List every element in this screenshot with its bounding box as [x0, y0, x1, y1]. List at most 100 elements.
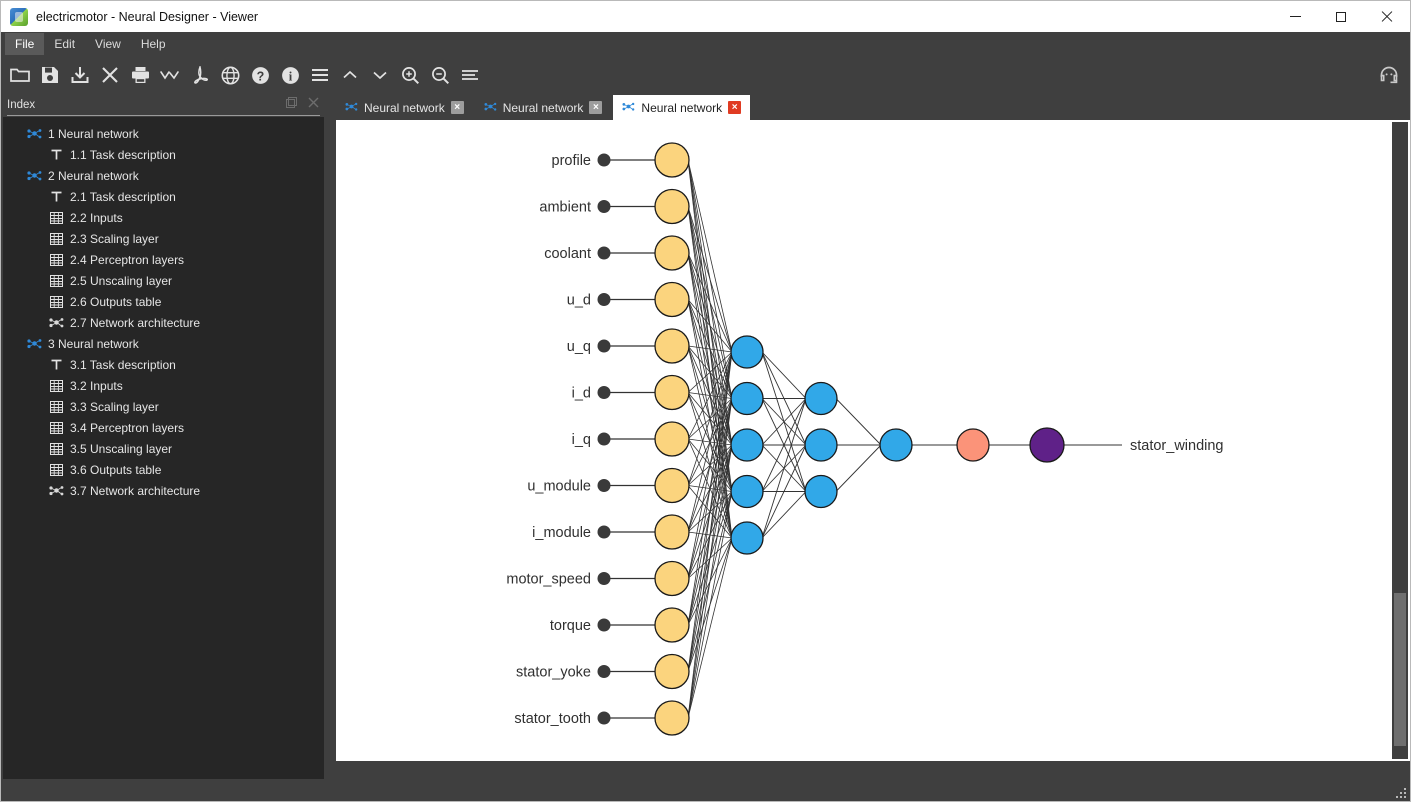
output-node[interactable]	[1030, 428, 1064, 462]
tab-close-icon[interactable]: ×	[451, 101, 464, 114]
headset-support-icon[interactable]	[1374, 59, 1404, 91]
viewer-pane: Neural network × Neural network × Neural…	[326, 94, 1410, 783]
close-panel-icon[interactable]	[307, 96, 320, 109]
hidden-node-layer1[interactable]	[731, 429, 763, 461]
sidebar-item-label: 3.3 Scaling layer	[70, 400, 159, 414]
sidebar-item-3-5-unscaling-layer[interactable]: 3.5 Unscaling layer	[3, 438, 324, 459]
print-icon[interactable]	[125, 59, 155, 91]
help-question-icon[interactable]: ?	[245, 59, 275, 91]
sidebar-item-2-3-scaling-layer[interactable]: 2.3 Scaling layer	[3, 228, 324, 249]
input-node[interactable]	[655, 376, 689, 410]
tab-neural-network-3[interactable]: Neural network ×	[613, 95, 750, 120]
sidebar-item-2-5-unscaling-layer[interactable]: 2.5 Unscaling layer	[3, 270, 324, 291]
zoom-in-icon[interactable]	[395, 59, 425, 91]
menu-item-edit[interactable]: Edit	[44, 33, 85, 55]
tab-close-icon[interactable]: ×	[589, 101, 602, 114]
table-icon	[47, 378, 65, 394]
input-node[interactable]	[655, 329, 689, 363]
sidebar-item-2-1-task-description[interactable]: 2.1 Task description	[3, 186, 324, 207]
index-tree[interactable]: 1 Neural network 1.1 Task description 2 …	[3, 117, 324, 779]
resize-grip[interactable]	[1396, 788, 1407, 799]
input-node[interactable]	[655, 562, 689, 596]
text-icon	[47, 357, 65, 373]
hidden-node-layer1[interactable]	[731, 336, 763, 368]
index-panel-divider	[7, 115, 320, 116]
neural-network-diagram[interactable]: profileambientcoolantu_du_qi_di_qu_modul…	[336, 120, 1389, 761]
sidebar-item-3-neural-network[interactable]: 3 Neural network	[3, 333, 324, 354]
hidden-node-layer1[interactable]	[731, 476, 763, 508]
tab-neural-network-2[interactable]: Neural network ×	[475, 95, 612, 120]
tab-label: Neural network	[503, 101, 584, 115]
sidebar-item-label: 1.1 Task description	[70, 148, 176, 162]
network-edge	[688, 445, 732, 718]
fit-lines-icon[interactable]	[455, 59, 485, 91]
vertical-scrollbar[interactable]	[1389, 120, 1410, 761]
sidebar-item-2-2-inputs[interactable]: 2.2 Inputs	[3, 207, 324, 228]
tab-label: Neural network	[364, 101, 445, 115]
sidebar-item-2-6-outputs-table[interactable]: 2.6 Outputs table	[3, 291, 324, 312]
menu-item-view[interactable]: View	[85, 33, 131, 55]
input-node[interactable]	[655, 655, 689, 689]
input-node[interactable]	[655, 701, 689, 735]
input-label: u_d	[567, 293, 591, 309]
globe-icon[interactable]	[215, 59, 245, 91]
unscaling-node[interactable]	[957, 429, 989, 461]
input-node[interactable]	[655, 190, 689, 224]
input-node[interactable]	[655, 469, 689, 503]
hidden-node-layer1[interactable]	[731, 522, 763, 554]
tab-neural-network-1[interactable]: Neural network ×	[336, 95, 473, 120]
sidebar-item-3-3-scaling-layer[interactable]: 3.3 Scaling layer	[3, 396, 324, 417]
sidebar-item-3-1-task-description[interactable]: 3.1 Task description	[3, 354, 324, 375]
hidden-node-layer3[interactable]	[880, 429, 912, 461]
chart-line-icon[interactable]	[155, 59, 185, 91]
sidebar-item-3-6-outputs-table[interactable]: 3.6 Outputs table	[3, 459, 324, 480]
network-edge	[762, 492, 806, 539]
input-node[interactable]	[655, 143, 689, 177]
hidden-node-layer2[interactable]	[805, 383, 837, 415]
input-node[interactable]	[655, 236, 689, 270]
sidebar-item-2-7-network-architecture[interactable]: 2.7 Network architecture	[3, 312, 324, 333]
zoom-out-icon[interactable]	[425, 59, 455, 91]
sidebar-item-1-neural-network[interactable]: 1 Neural network	[3, 123, 324, 144]
scrollbar-track[interactable]	[1392, 122, 1408, 759]
close-x-icon[interactable]	[95, 59, 125, 91]
toolbar-right	[1374, 56, 1404, 94]
sidebar-item-3-7-network-architecture[interactable]: 3.7 Network architecture	[3, 480, 324, 501]
download-icon[interactable]	[65, 59, 95, 91]
pdf-icon[interactable]	[185, 59, 215, 91]
float-panel-icon[interactable]	[285, 96, 298, 109]
input-terminal-dot	[598, 619, 611, 632]
input-terminal-dot	[598, 479, 611, 492]
save-icon[interactable]	[35, 59, 65, 91]
sidebar-item-2-neural-network[interactable]: 2 Neural network	[3, 165, 324, 186]
sidebar-item-3-2-inputs[interactable]: 3.2 Inputs	[3, 375, 324, 396]
hidden-node-layer2[interactable]	[805, 476, 837, 508]
hamburger-menu-icon[interactable]	[305, 59, 335, 91]
input-node[interactable]	[655, 283, 689, 317]
network-icon	[25, 126, 43, 142]
sidebar-item-1-1-task-description[interactable]: 1.1 Task description	[3, 144, 324, 165]
chevron-down-icon[interactable]	[365, 59, 395, 91]
tab-close-icon[interactable]: ×	[728, 101, 741, 114]
network-edge	[688, 207, 732, 353]
chevron-up-icon[interactable]	[335, 59, 365, 91]
menu-item-file[interactable]: File	[5, 33, 44, 55]
info-icon[interactable]: i	[275, 59, 305, 91]
table-icon	[47, 294, 65, 310]
open-folder-icon[interactable]	[5, 59, 35, 91]
scrollbar-thumb[interactable]	[1394, 593, 1406, 746]
maximize-button[interactable]	[1318, 1, 1364, 32]
input-terminal-dot	[598, 293, 611, 306]
minimize-button[interactable]	[1272, 1, 1318, 32]
close-button[interactable]	[1364, 1, 1410, 32]
hidden-node-layer2[interactable]	[805, 429, 837, 461]
sidebar-item-2-4-perceptron-layers[interactable]: 2.4 Perceptron layers	[3, 249, 324, 270]
hidden-node-layer1[interactable]	[731, 383, 763, 415]
sidebar-item-3-4-perceptron-layers[interactable]: 3.4 Perceptron layers	[3, 417, 324, 438]
input-node[interactable]	[655, 515, 689, 549]
input-node[interactable]	[655, 422, 689, 456]
input-node[interactable]	[655, 608, 689, 642]
menu-item-help[interactable]: Help	[131, 33, 176, 55]
neural-designer-logo-icon	[10, 8, 28, 26]
tab-bar: Neural network × Neural network × Neural…	[326, 94, 1410, 120]
